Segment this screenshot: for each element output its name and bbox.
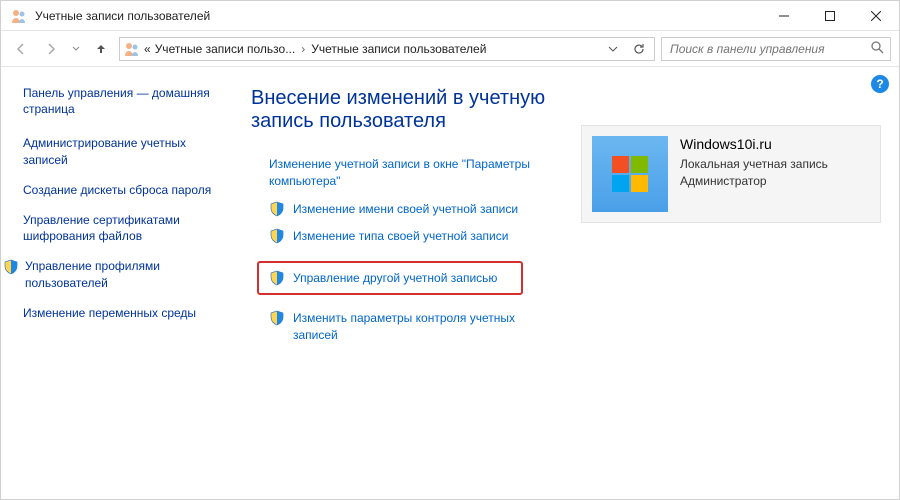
shield-icon	[269, 270, 285, 286]
main-panel: Внесение изменений в учетную запись поль…	[241, 67, 899, 499]
sidebar-item-label: Изменение переменных среды	[23, 305, 196, 321]
window-title: Учетные записи пользователей	[35, 9, 210, 23]
action-label: Изменение типа своей учетной записи	[293, 227, 508, 245]
sidebar-item-label: Создание дискеты сброса пароля	[23, 182, 211, 198]
breadcrumb-prefix: «	[144, 42, 151, 56]
sidebar-item-label: Администрирование учетных записей	[23, 135, 231, 167]
toolbar: « Учетные записи пользо... › Учетные зап…	[1, 31, 899, 67]
shield-icon	[269, 228, 285, 244]
address-bar[interactable]: « Учетные записи пользо... › Учетные зап…	[119, 37, 655, 61]
action-label: Изменение учетной записи в окне "Парамет…	[269, 155, 563, 190]
minimize-button[interactable]	[761, 1, 807, 31]
action-change-in-settings[interactable]: Изменение учетной записи в окне "Парамет…	[269, 155, 563, 190]
sidebar-item-env-vars[interactable]: Изменение переменных среды	[23, 305, 231, 321]
close-button[interactable]	[853, 1, 899, 31]
action-list: Изменение учетной записи в окне "Парамет…	[251, 155, 563, 344]
breadcrumb-separator: ›	[299, 42, 307, 56]
account-role: Администратор	[680, 173, 828, 190]
action-label: Изменить параметры контроля учетных запи…	[293, 309, 553, 344]
account-avatar	[592, 136, 668, 212]
help-button[interactable]: ?	[871, 75, 889, 93]
sidebar-item-password-reset-disk[interactable]: Создание дискеты сброса пароля	[23, 182, 231, 198]
sidebar-item-admin-accounts[interactable]: Администрирование учетных записей	[23, 135, 231, 167]
maximize-button[interactable]	[807, 1, 853, 31]
sidebar-item-label: Управление профилями пользователей	[25, 258, 231, 290]
sidebar-item-user-profiles[interactable]: Управление профилями пользователей	[3, 258, 231, 290]
action-change-type[interactable]: Изменение типа своей учетной записи	[269, 227, 563, 245]
page-heading: Внесение изменений в учетную запись поль…	[251, 87, 563, 133]
action-label: Управление другой учетной записью	[293, 269, 497, 287]
address-icon	[124, 41, 140, 57]
account-name: Windows10i.ru	[680, 136, 828, 152]
account-info: Windows10i.ru Локальная учетная запись А…	[680, 136, 828, 212]
sidebar-item-encryption-certs[interactable]: Управление сертификатами шифрования файл…	[23, 212, 231, 244]
shield-icon	[269, 201, 285, 217]
breadcrumb-item-1[interactable]: Учетные записи пользо...	[155, 42, 296, 56]
action-label: Изменение имени своей учетной записи	[293, 200, 518, 218]
account-type: Локальная учетная запись	[680, 156, 828, 173]
titlebar: Учетные записи пользователей	[1, 1, 899, 31]
sidebar: Панель управления — домашняя страница Ад…	[1, 67, 241, 499]
nav-back-button[interactable]	[9, 37, 33, 61]
control-panel-home-link[interactable]: Панель управления — домашняя страница	[23, 85, 231, 117]
shield-icon	[3, 259, 19, 275]
app-icon	[11, 8, 27, 24]
refresh-button[interactable]	[628, 38, 650, 60]
main-column: Внесение изменений в учетную запись поль…	[251, 87, 563, 489]
account-card: Windows10i.ru Локальная учетная запись А…	[581, 125, 881, 223]
search-box[interactable]	[661, 37, 891, 61]
action-manage-other-account[interactable]: Управление другой учетной записью	[257, 261, 523, 295]
search-input[interactable]	[668, 41, 871, 57]
breadcrumb-item-2[interactable]: Учетные записи пользователей	[311, 42, 486, 56]
shield-icon	[269, 310, 285, 326]
windows-logo-icon	[612, 156, 648, 192]
nav-forward-button[interactable]	[39, 37, 63, 61]
address-dropdown-button[interactable]	[602, 38, 624, 60]
nav-recent-dropdown[interactable]	[69, 37, 83, 61]
search-icon[interactable]	[871, 41, 884, 57]
sidebar-item-label: Управление сертификатами шифрования файл…	[23, 212, 231, 244]
action-change-name[interactable]: Изменение имени своей учетной записи	[269, 200, 563, 218]
nav-up-button[interactable]	[89, 37, 113, 61]
content-area: ? Панель управления — домашняя страница …	[1, 67, 899, 499]
action-uac-settings[interactable]: Изменить параметры контроля учетных запи…	[269, 309, 563, 344]
